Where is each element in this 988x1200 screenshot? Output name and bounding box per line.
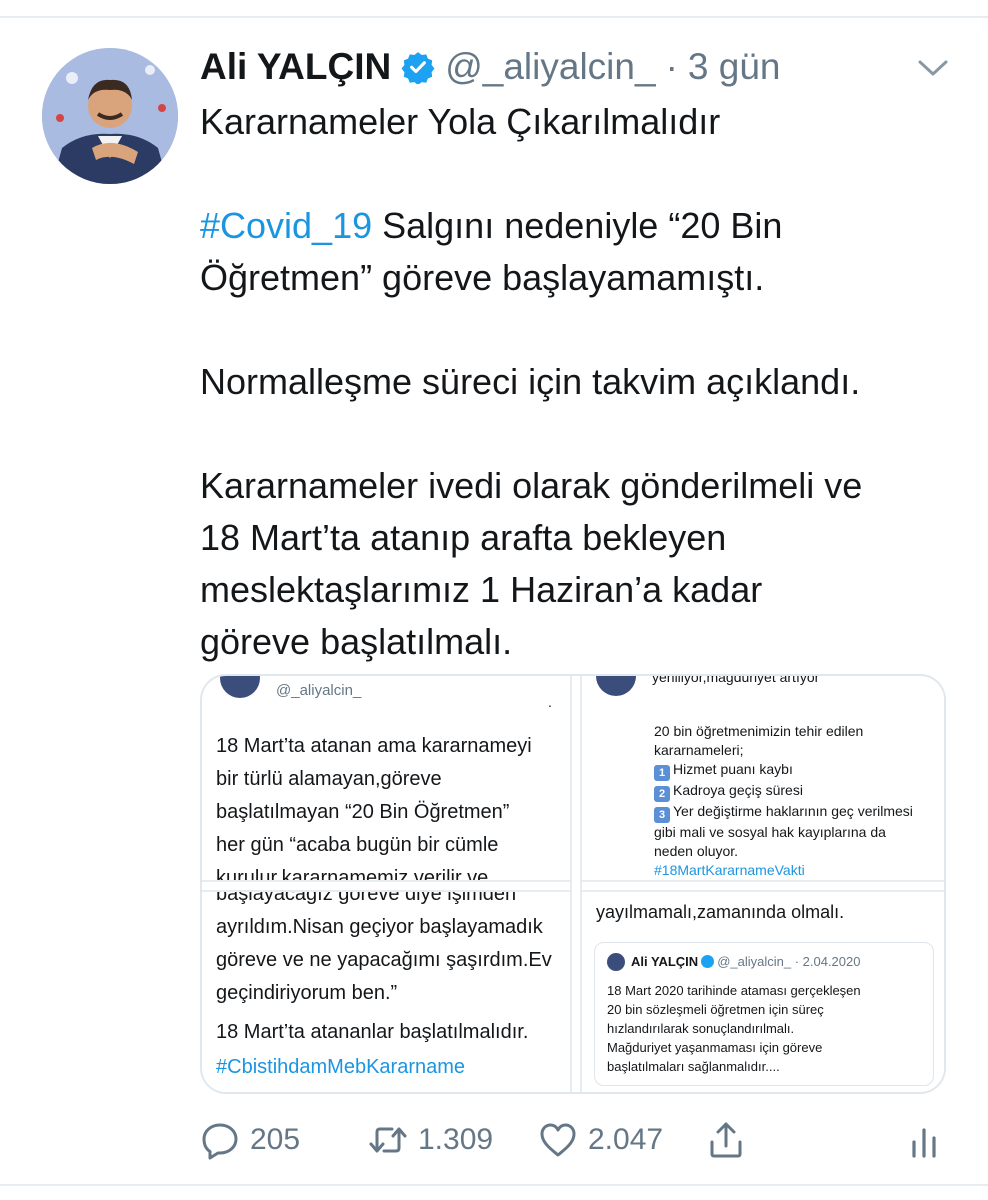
author-name[interactable]: Ali YALÇIN: [200, 46, 391, 88]
screenshot-line: yayılmamalı,zamanında olmalı.: [596, 902, 845, 922]
like-icon: [540, 1123, 576, 1157]
share-button[interactable]: [706, 1116, 756, 1164]
media-divider: [202, 880, 570, 892]
screenshot-line: 18 Mart’ta atanan ama kararnameyi: [216, 735, 532, 757]
media-divider: [582, 880, 944, 892]
tweet-actions: 205 1.309 2.047: [200, 1116, 950, 1164]
numbered-item: 2 Kadroya geçiş süresi: [654, 781, 944, 802]
screenshot-line: 20 bin sözleşmeli öğretmen için süreç: [607, 1002, 824, 1017]
author-handle[interactable]: @_aliyalcin_: [445, 46, 655, 88]
reply-count: 205: [250, 1123, 301, 1156]
tweet-line: Kararnameler ivedi olarak gönderilmeli v…: [200, 465, 863, 506]
screenshot-line: başlatılmayan “20 Bin Öğretmen”: [216, 801, 510, 823]
screenshot-line: yeniliyor,mağduriyet artıyor”: [652, 676, 824, 685]
item-label: Yer değiştirme haklarının geç verilmesi: [673, 803, 913, 819]
analytics-icon: [912, 1128, 936, 1158]
screenshot-line: 18 Mart 2020 tarihinde ataması gerçekleş…: [607, 983, 861, 998]
media-image-4[interactable]: yayılmamalı,zamanında olmalı. Ali YALÇIN…: [582, 892, 944, 1092]
quoted-tweet-card: Ali YALÇIN @_aliyalcin_ · 2.04.2020 18 Ma…: [594, 942, 934, 1086]
keycap-3-icon: 3: [654, 807, 670, 823]
screenshot-line: başlayacağız göreve diye işimden: [216, 892, 517, 905]
reply-icon: [202, 1123, 238, 1160]
tweet-line: 18 Mart’ta atanıp arafta bekleyen: [200, 517, 727, 558]
screenshot-hashtag: #CbistihdamMebKararname: [216, 1056, 466, 1078]
media-image-1[interactable]: @_aliyalcin_ . 18 Mart’ta atanan ama kar…: [202, 676, 570, 880]
share-icon: [710, 1122, 742, 1158]
screenshot-dot: .: [548, 694, 552, 710]
tweet-line-rest: Salgını nedeniyle “20 Bin: [372, 205, 783, 246]
media-grid: @_aliyalcin_ . 18 Mart’ta atanan ama kar…: [200, 674, 946, 1094]
screenshot-line: 20 bin öğretmenimizin tehir edilen: [654, 723, 864, 739]
avatar: [596, 676, 636, 696]
screenshot-line: neden oluyor.: [654, 843, 739, 859]
top-divider: [0, 16, 988, 18]
screenshot-line: kararnameleri;: [654, 742, 744, 758]
media-image-2[interactable]: yeniliyor,mağduriyet artıyor” 20 bin öğr…: [582, 676, 944, 880]
screenshot-text: başlayacağız göreve diye işimden ayrıldı…: [216, 892, 568, 1084]
chevron-down-icon[interactable]: [916, 56, 950, 80]
numbered-item: 3 Yer değiştirme haklarının geç verilmesi: [654, 802, 944, 823]
retweet-icon: [369, 1127, 407, 1153]
tweet-line: #Covid_19 Salgını nedeniyle “20 Bin: [200, 200, 970, 252]
like-button[interactable]: 2.047: [538, 1116, 663, 1164]
quoted-tweet-text: 18 Mart 2020 tarihinde ataması gerçekleş…: [607, 981, 927, 1076]
tweet-line: meslektaşlarımız 1 Haziran’a kadar: [200, 569, 763, 610]
covid-hashtag-link[interactable]: #Covid_19: [200, 205, 372, 246]
tweet-line: Kararnameler Yola Çıkarılmalıdır: [200, 101, 721, 142]
bottom-divider: [0, 1184, 988, 1186]
tweet-header: Ali YALÇIN @_aliyalcin_ · 3 gün: [200, 44, 780, 90]
keycap-1-icon: 1: [654, 765, 670, 781]
keycap-2-icon: 2: [654, 786, 670, 802]
quoted-tweet-header: Ali YALÇIN @_aliyalcin_ · 2.04.2020: [631, 954, 860, 969]
screenshot-handle: @_aliyalcin_: [276, 682, 362, 699]
screenshot-line: Mağduriyet yaşanmaması için göreve: [607, 1040, 823, 1055]
screenshot-line: her gün “acaba bugün bir cümle: [216, 834, 499, 856]
tweet-time[interactable]: 3 gün: [688, 46, 781, 88]
screenshot-line: geçindiriyorum ben.”: [216, 982, 398, 1004]
screenshot-line: ayrıldım.Nisan geçiyor başlayamadık: [216, 916, 543, 938]
quoted-author-name: Ali YALÇIN: [631, 954, 699, 969]
tweet-line: Normalleşme süreci için takvim açıklandı…: [200, 361, 861, 402]
screenshot-line: kurulur,kararnamemiz verilir ve: [216, 867, 489, 880]
screenshot-line: hızlandırılarak sonuçlandırılmalı.: [607, 1021, 795, 1036]
analytics-button[interactable]: [904, 1116, 954, 1164]
numbered-item: 1 Hizmet puanı kaybı: [654, 760, 944, 781]
screenshot-text: 20 bin öğretmenimizin tehir edilen karar…: [654, 722, 944, 880]
retweet-button[interactable]: 1.309: [368, 1116, 493, 1164]
screenshot-line: bir türlü alamayan,göreve: [216, 768, 442, 790]
item-label: Kadroya geçiş süresi: [673, 782, 803, 798]
screenshot-line: göreve ve ne yapacağımı şaşırdım.Ev: [216, 949, 552, 971]
tweet-line: göreve başlatılmalı.: [200, 621, 513, 662]
author-avatar[interactable]: [42, 48, 178, 184]
screenshot-line: 18 Mart’ta atananlar başlatılmalıdır.: [216, 1021, 529, 1043]
header-separator: ·: [665, 46, 678, 87]
verified-badge-icon: [701, 955, 715, 968]
media-image-3[interactable]: başlayacağız göreve diye işimden ayrıldı…: [202, 892, 570, 1092]
like-count: 2.047: [588, 1123, 664, 1156]
screenshot-line: başlatılmaları sağlanmalıdır....: [607, 1059, 780, 1074]
reply-button[interactable]: 205: [200, 1116, 300, 1164]
verified-badge-icon: [401, 52, 435, 84]
retweet-count: 1.309: [418, 1123, 494, 1156]
quoted-author-meta: @_aliyalcin_ · 2.04.2020: [717, 954, 861, 969]
tweet-text: Kararnameler Yola Çıkarılmalıdır #Covid_…: [200, 96, 970, 668]
screenshot-hashtag: #18MartKararnameVakti: [654, 862, 805, 878]
avatar: [607, 953, 625, 971]
media-divider: [570, 676, 582, 1092]
item-label: Hizmet puanı kaybı: [673, 761, 793, 777]
tweet-line: Öğretmen” göreve başlayamamıştı.: [200, 257, 765, 298]
avatar: [220, 676, 260, 698]
screenshot-line: gibi mali ve sosyal hak kayıplarına da: [654, 824, 886, 840]
screenshot-text: 18 Mart’ta atanan ama kararnameyi bir tü…: [216, 730, 566, 880]
